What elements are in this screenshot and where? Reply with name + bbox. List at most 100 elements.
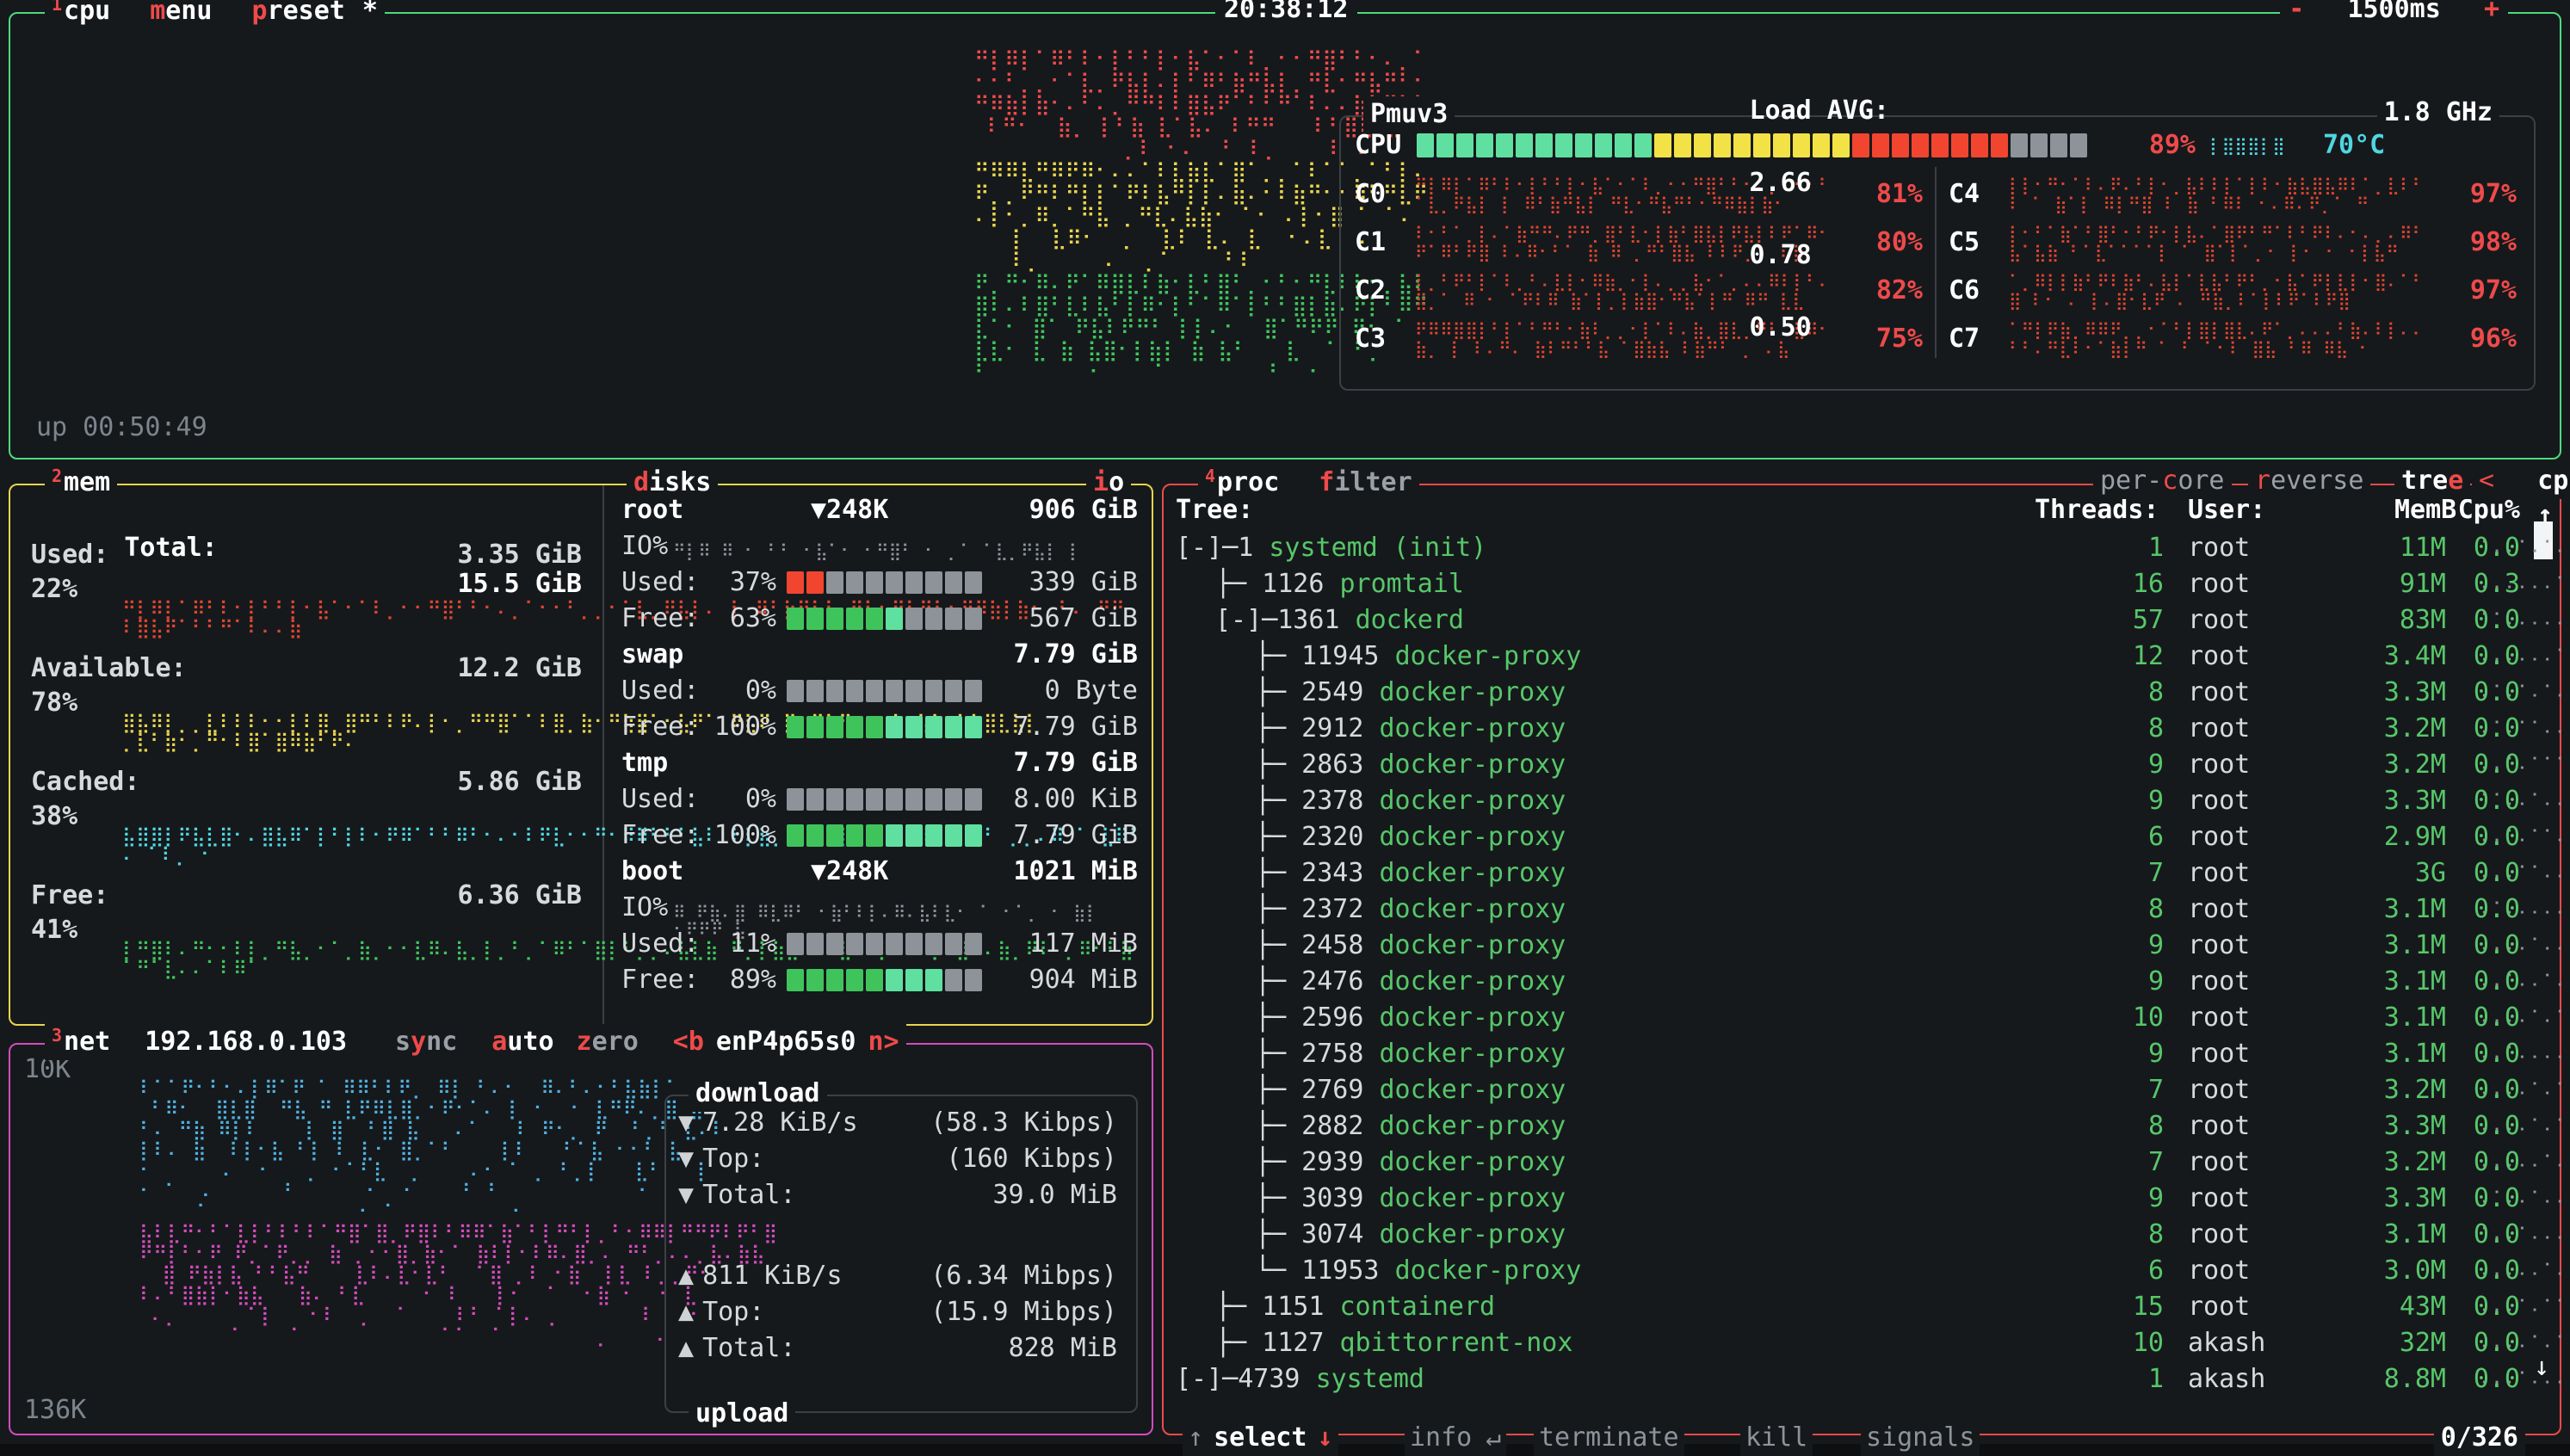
proc-row[interactable]: ├─ 1126 promtail16root91M⠄⠄⠄⠄⠄⠄⠁⠁⠄0.3 bbox=[1164, 566, 2570, 602]
rate-minus-button[interactable]: - bbox=[2289, 0, 2304, 24]
cpu-meter-cell bbox=[1555, 133, 1572, 157]
cpu-box-title[interactable]: 1 cpu menu preset * bbox=[45, 0, 385, 29]
proc-row[interactable]: [-]─4739 systemd1akash8.8M⠄⠄⠄⠁⠄⠄⠄⠄⠁0.0 bbox=[1164, 1361, 2570, 1397]
footer-kill[interactable]: kill bbox=[1740, 1420, 1813, 1456]
net-sync-button[interactable]: sync bbox=[395, 1024, 457, 1060]
mem-box: 2 mem Total: 15.5 GiB Used: 3.35 GiB 22% ⠛⡇… bbox=[9, 465, 1153, 1026]
proc-command: docker-proxy bbox=[1379, 677, 1566, 707]
proc-pid: ├─ 2320 bbox=[1255, 822, 1380, 852]
cpu-core-graph: ⡇⠂⠃⠁⣷⠁⠃⣿⠃⠂⠃⠟⠂⡇⣧⠄⠁⣿⠟⠃⠛⠁⠇⠃⠟⠇⠄⠂⠄⡀⠄⠿⠃ ⣧⠁⣧⣷ ⠃… bbox=[2008, 223, 2425, 262]
proc-row[interactable]: ├─ 2596 docker-proxy10root3.1M⠄⠄⠄⠄⠁⠄⠁⠁⠁0… bbox=[1164, 1000, 2570, 1036]
proc-row[interactable]: ├─ 1151 containerd15root43M⠄⠄⠄⠁⠄⠁⠁⠄⠁0.0 bbox=[1164, 1289, 2570, 1325]
cpu-meter-cell bbox=[1991, 133, 2008, 157]
menu-button[interactable]: menu bbox=[150, 0, 212, 29]
footer-info[interactable]: info ↵ bbox=[1405, 1420, 1507, 1456]
footer-signals[interactable]: signals bbox=[1861, 1420, 1980, 1456]
proc-threads: 8 bbox=[2147, 1219, 2164, 1249]
clock: 20:38:12 bbox=[1215, 0, 1357, 28]
proc-user: root bbox=[2188, 894, 2251, 924]
disk-io-rate: ▼248K bbox=[811, 495, 889, 525]
proc-row[interactable]: ├─ 2343 docker-proxy7root3G⠄⠄⠄⠁⠁⠄⠄⠄⠄0.0 bbox=[1164, 855, 2570, 891]
footer-select[interactable]: ↑ select ↓ bbox=[1183, 1420, 1338, 1456]
proc-row[interactable]: ├─ 2372 docker-proxy8root3.1M⠄⠁⠄⠄⠄⠄⠄⠄⠁0.… bbox=[1164, 891, 2570, 928]
disk-free-label: Free: bbox=[621, 820, 700, 850]
cpu-total-row: CPU 89% ⡇⣿⣿⣿⡇⣿ 70°C bbox=[1355, 127, 2525, 163]
proc-cpu: 0.0 bbox=[2473, 966, 2520, 996]
cpu-meter-cell bbox=[2011, 133, 2028, 157]
proc-row[interactable]: ├─ 2863 docker-proxy9root3.2M⠄⠄⠁⠄⠁⠁⠁⠄⠄0.… bbox=[1164, 747, 2570, 783]
proc-row[interactable]: ├─ 2458 docker-proxy9root3.1M⠄⠄⠄⠄⠁⠄⠄⠄⠄0.… bbox=[1164, 928, 2570, 964]
cpu-core-label: C5 bbox=[1949, 227, 1980, 257]
disk-io-rate: ▼248K bbox=[811, 856, 889, 886]
proc-pid: ├─ 2549 bbox=[1255, 677, 1380, 707]
proc-row[interactable]: ├─ 2882 docker-proxy8root3.3M⠄⠄⠄⠄⠁⠄⠁⠄⠄0.… bbox=[1164, 1108, 2570, 1144]
proc-command: docker-proxy bbox=[1379, 822, 1566, 852]
proc-row[interactable]: ├─ 2758 docker-proxy9root3.1M⠄⠄⠁⠄⠄⠄⠄⠁⠁0.… bbox=[1164, 1036, 2570, 1072]
proc-tree-toggle[interactable]: tree bbox=[2394, 463, 2471, 499]
proc-tree-cell: ├─ 2378 docker-proxy bbox=[1255, 783, 1566, 819]
proc-row[interactable]: ├─ 2912 docker-proxy8root3.2M⠄⠁⠄⠁⠁⠄⠄⠄⠄0.… bbox=[1164, 711, 2570, 747]
proc-user: root bbox=[2188, 786, 2251, 816]
proc-row[interactable]: ├─ 11945 docker-proxy12root3.4M⠄⠄⠄⠄⠄⠄⠁⠁⠄… bbox=[1164, 639, 2570, 675]
proc-row[interactable]: [-]─1361 dockerd57root83M⠁⠁⠄⠄⠄⠄⠄⠁⠁0.0 bbox=[1164, 602, 2570, 639]
net-iface-next-button[interactable]: n> bbox=[868, 1024, 899, 1060]
proc-cpu: 0.0 bbox=[2473, 750, 2520, 780]
proc-tree-cell: ├─ 2476 docker-proxy bbox=[1255, 964, 1566, 1000]
proc-filter-button[interactable]: filter bbox=[1319, 465, 1412, 501]
net-row-value: (6.34 Mibps) bbox=[930, 1261, 1117, 1291]
disk-entry-header: root ▼248K 906 GiB bbox=[621, 492, 1138, 528]
net-download-row: ▼ Top: (160 Kibps) bbox=[678, 1141, 1117, 1177]
disk-used-value: 117 MiB bbox=[1029, 929, 1138, 959]
net-row-value: (15.9 Mibps) bbox=[930, 1297, 1117, 1327]
net-iface-prev-button[interactable]: <b bbox=[673, 1024, 704, 1060]
proc-threads: 9 bbox=[2147, 1183, 2164, 1213]
cpu-core-pct: 98% bbox=[2469, 227, 2517, 257]
upload-arrow-icon: ▲ bbox=[678, 1297, 695, 1327]
proc-row[interactable]: ├─ 2320 docker-proxy6root2.9M⠄⠄⠁⠄⠁⠁⠄⠁⠄0.… bbox=[1164, 819, 2570, 855]
net-row-value: (58.3 Kibps) bbox=[930, 1107, 1117, 1138]
proc-row[interactable]: [-]─1 systemd (init)1root11M⠁⠄⠄⠁⠄⠁⠄⠁⠁0.0 bbox=[1164, 530, 2570, 566]
proc-box-number: 4 bbox=[1205, 466, 1216, 486]
mem-box-title[interactable]: 2 mem bbox=[45, 465, 118, 501]
proc-row[interactable]: ├─ 2378 docker-proxy9root3.3M⠁⠁⠄⠄⠁⠄⠄⠄⠁0.… bbox=[1164, 783, 2570, 819]
proc-box-title[interactable]: 4 proc filter bbox=[1198, 465, 1419, 501]
mem-row-value: 12.2 GiB bbox=[457, 653, 583, 683]
cpu-core-label: C7 bbox=[1949, 324, 1980, 354]
cpu-meter-cell bbox=[1496, 133, 1513, 157]
footer-terminate[interactable]: terminate bbox=[1534, 1420, 1684, 1456]
proc-sort-selector[interactable]: < cpu lazy > bbox=[2472, 463, 2570, 499]
proc-row[interactable]: ├─ 1127 qbittorrent-nox 10 akash 32M ⠄⠄⠄⠄⠁⠄⠁… bbox=[1164, 1325, 2570, 1361]
cores-divider bbox=[1935, 167, 1937, 358]
mem-row: Cached: 5.86 GiB bbox=[31, 764, 582, 800]
proc-cpu: 0.0 bbox=[2473, 605, 2520, 635]
proc-row[interactable]: └─ 11953 docker-proxy6root3.0M⠄⠄⠄⠄⠄⠁⠄⠁⠁0… bbox=[1164, 1253, 2570, 1289]
proc-box: 4 proc filter per-core reverse tree < cp… bbox=[1162, 463, 2570, 1456]
scrollbar-down-icon[interactable]: ↓ bbox=[2534, 1349, 2549, 1385]
proc-tree-cell: ├─ 2912 docker-proxy bbox=[1255, 711, 1566, 747]
net-box-title[interactable]: 3 net 192.168.0.103 sync auto zero <b en… bbox=[45, 1024, 906, 1060]
cpu-core-graph: ⠁⡀⠿⡇⡇⣷⠃⠟⠇⣷⠃⠄⣧⡇⠁⣇⣧⠃⠟⠃⡀⠂⣧⠁⠟⡇⣇⡇⠂⣿⠄⠁⠃ ⣿ ⠇⠂ ⠄… bbox=[2008, 271, 2425, 311]
proc-per-core-toggle[interactable]: per-core bbox=[2093, 463, 2232, 499]
proc-reverse-toggle[interactable]: reverse bbox=[2248, 463, 2371, 499]
preset-button[interactable]: preset bbox=[251, 0, 344, 29]
proc-row[interactable]: ├─ 2939 docker-proxy7root3.2M⠄⠄⠄⠄⠄⠁⠄⠁⠄0.… bbox=[1164, 1144, 2570, 1181]
disk-used-pct: 37% bbox=[729, 567, 776, 597]
proc-row[interactable]: ├─ 2769 docker-proxy7root3.2M⠄⠄⠄⠄⠁⠄⠁⠄⠄0.… bbox=[1164, 1072, 2570, 1108]
net-ip-address: 192.168.0.103 bbox=[145, 1027, 348, 1057]
proc-row[interactable]: ├─ 3074 docker-proxy8root3.1M⠁⠄⠄⠁⠄⠄⠄⠁⠄0.… bbox=[1164, 1217, 2570, 1253]
net-zero-button[interactable]: zero bbox=[577, 1024, 639, 1060]
proc-tree-cell: ├─ 2372 docker-proxy bbox=[1255, 891, 1566, 928]
proc-sort-prev-button[interactable]: < bbox=[2479, 466, 2494, 496]
proc-command: docker-proxy bbox=[1379, 1111, 1566, 1141]
rate-plus-button[interactable]: + bbox=[2484, 0, 2499, 24]
proc-user: root bbox=[2188, 966, 2251, 996]
net-auto-button[interactable]: auto bbox=[491, 1024, 553, 1060]
proc-row[interactable]: ├─ 3039 docker-proxy9root3.3M⠄⠁⠄⠄⠁⠄⠄⠁⠄0.… bbox=[1164, 1181, 2570, 1217]
proc-row[interactable]: ├─ 2549 docker-proxy8root3.3M⠄⠁⠄⠁⠄⠁⠄⠁⠁0.… bbox=[1164, 675, 2570, 711]
cpu-core-label: C3 bbox=[1355, 324, 1387, 354]
proc-row[interactable]: ├─ 2476 docker-proxy9root3.1M⠄⠄⠁⠄⠄⠁⠄⠁⠄0.… bbox=[1164, 964, 2570, 1000]
proc-command: docker-proxy bbox=[1379, 1075, 1566, 1105]
disk-free-bar bbox=[787, 608, 982, 630]
cpu-cores-right: C4 ⡇⡇⠂⠛⠂⠁⠇⠄⠟⠄⠃⡇⠂⡀⣧⠇⠇⡇⠁⡇⠇⠂⣷⣧⣿⣧⠿⠇⠁⡀⣇⠇⠃ ⠇ ⠁ … bbox=[1949, 170, 2517, 363]
disk-used-bar bbox=[787, 680, 982, 702]
